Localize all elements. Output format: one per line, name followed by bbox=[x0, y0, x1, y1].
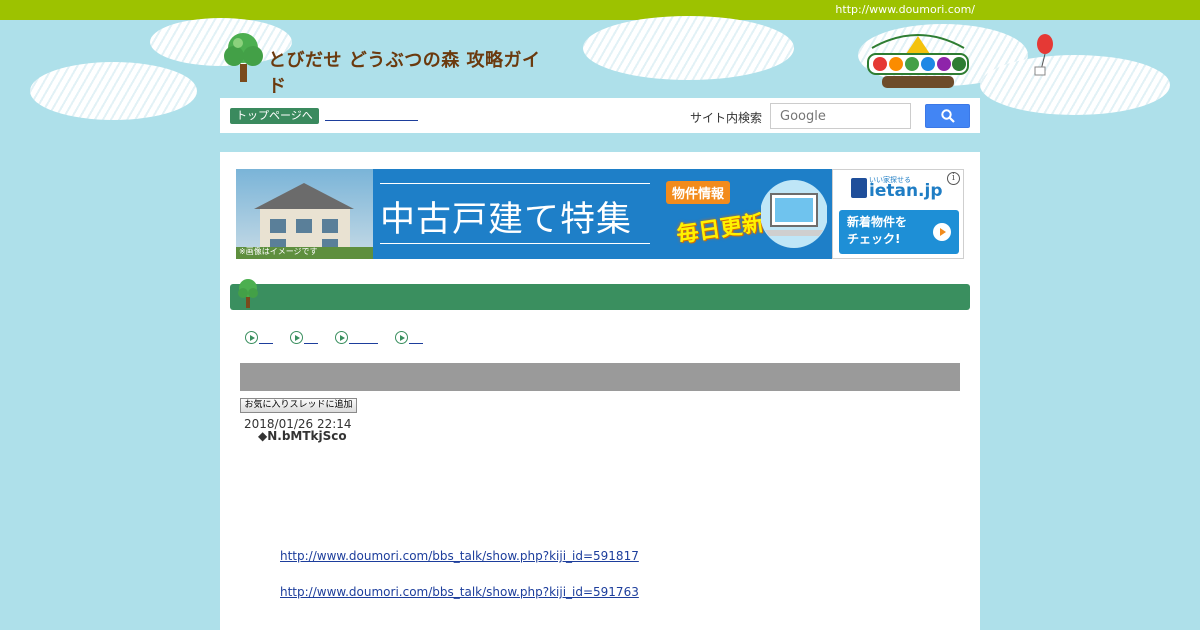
ad-divider bbox=[380, 243, 650, 244]
subnav-link[interactable] bbox=[304, 343, 318, 344]
top-bar: http://www.doumori.com/ bbox=[0, 0, 1200, 20]
ad-tag: 物件情報 bbox=[666, 181, 731, 204]
tree-icon bbox=[224, 33, 263, 82]
post-link[interactable]: http://www.doumori.com/bbs_talk/show.php… bbox=[280, 549, 639, 563]
ad-cta-line1: 新着物件を bbox=[847, 215, 908, 229]
ad-brand: ietan.jp bbox=[869, 181, 943, 201]
ad-house-image: ※画像はイメージです bbox=[236, 169, 373, 259]
tree-icon bbox=[238, 279, 258, 308]
cloud-decoration bbox=[30, 62, 197, 120]
subnav-link[interactable] bbox=[409, 343, 423, 344]
ad-banner[interactable]: ※画像はイメージです 中古戸建て特集 物件情報 毎日更新 いい家探せる ieta… bbox=[236, 169, 964, 259]
play-arrow-icon bbox=[290, 331, 303, 344]
ad-divider bbox=[380, 183, 650, 184]
navbar: トップページへ サイト内検索 bbox=[220, 98, 980, 133]
subnav-item[interactable] bbox=[245, 330, 275, 346]
site-title: とびだせ どうぶつの森 攻略ガイド bbox=[268, 50, 541, 97]
subnav-link[interactable] bbox=[259, 343, 273, 344]
info-icon[interactable]: i bbox=[947, 172, 960, 185]
ad-brand-panel[interactable]: いい家探せる ietan.jp 新着物件を チェック! i bbox=[832, 169, 964, 259]
search-button[interactable] bbox=[925, 104, 970, 128]
ad-daily-update: 毎日更新 bbox=[675, 210, 766, 248]
subnav-item[interactable] bbox=[290, 330, 320, 346]
subnav-item[interactable] bbox=[335, 330, 380, 346]
search-label: サイト内検索 bbox=[690, 111, 763, 125]
play-arrow-icon bbox=[335, 331, 348, 344]
cloud-decoration bbox=[583, 16, 794, 80]
ad-headline: 中古戸建て特集 bbox=[380, 200, 633, 240]
search-icon bbox=[941, 109, 955, 123]
section-header bbox=[230, 279, 970, 310]
main-content: ※画像はイメージです 中古戸建て特集 物件情報 毎日更新 いい家探せる ieta… bbox=[220, 152, 980, 630]
play-arrow-icon bbox=[395, 331, 408, 344]
site-logo[interactable]: とびだせ どうぶつの森 攻略ガイド bbox=[222, 30, 552, 97]
ad-image-caption: ※画像はイメージです bbox=[239, 247, 318, 256]
pocket-camp-logo bbox=[867, 34, 969, 88]
post-link[interactable]: http://www.doumori.com/bbs_talk/show.php… bbox=[280, 585, 639, 599]
subnav-link[interactable] bbox=[349, 343, 378, 344]
balloon-icon bbox=[1034, 34, 1053, 76]
play-arrow-icon bbox=[933, 223, 951, 241]
thread-title-bar bbox=[240, 363, 960, 391]
play-arrow-icon bbox=[245, 331, 258, 344]
nav-link[interactable] bbox=[325, 120, 418, 121]
laptop-icon bbox=[761, 180, 827, 248]
subnav-item[interactable] bbox=[395, 330, 425, 346]
ietan-logo-icon bbox=[851, 178, 867, 198]
add-favorite-button[interactable]: お気に入りスレッドに追加 bbox=[240, 398, 357, 413]
ad-cta-button[interactable]: 新着物件を チェック! bbox=[839, 210, 959, 254]
cloud-decoration bbox=[980, 55, 1170, 115]
site-url[interactable]: http://www.doumori.com/ bbox=[835, 3, 975, 16]
home-button[interactable]: トップページへ bbox=[230, 108, 319, 124]
post-author: ◆N.bMTkjSco bbox=[258, 429, 347, 443]
search-input[interactable] bbox=[770, 103, 911, 129]
